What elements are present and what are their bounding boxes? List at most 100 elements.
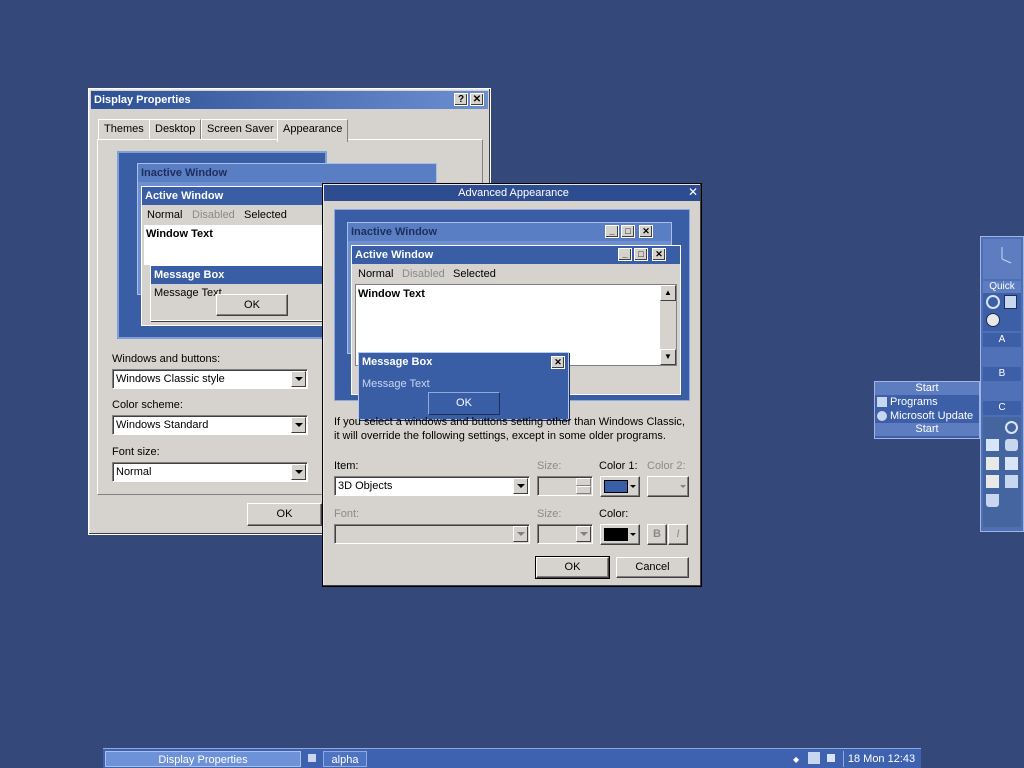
ok-button[interactable]: OK — [247, 503, 322, 526]
windows-buttons-value: Windows Classic style — [116, 373, 225, 385]
tray-arrow-icon[interactable]: ◆ — [793, 755, 799, 764]
item-label: Item: — [334, 460, 359, 472]
volume-icon[interactable] — [827, 754, 835, 762]
maximize-icon: □ — [621, 225, 635, 238]
font-size-label: Size: — [537, 508, 562, 520]
preview-scrollbar: ▲ ▼ — [660, 285, 676, 365]
section-c[interactable]: C — [983, 401, 1021, 415]
color-scheme-label: Color scheme: — [112, 399, 183, 411]
media-player-icon[interactable] — [986, 313, 1000, 327]
preview-menu-normal: Normal — [358, 268, 394, 280]
minimize-icon: _ — [618, 248, 632, 261]
documents-icon[interactable] — [1004, 295, 1017, 309]
preview-menu-disabled: Disabled — [192, 209, 235, 221]
tab-label: Themes — [104, 123, 144, 135]
network-tray-icon[interactable] — [808, 752, 820, 764]
windows-buttons-select[interactable]: Windows Classic style — [112, 369, 308, 389]
advanced-appearance-window: Advanced Appearance ✕ Inactive Window _ … — [322, 183, 702, 587]
chevron-down-icon — [630, 533, 636, 536]
font-color-picker[interactable] — [600, 524, 640, 545]
color2-label: Color 2: — [647, 460, 686, 472]
folder-icon[interactable] — [1005, 457, 1018, 470]
spin-down-icon — [576, 486, 591, 494]
display-properties-titlebar[interactable]: Display Properties — [91, 91, 488, 109]
quick-launch: Quick — [983, 281, 1021, 331]
chevron-down-icon[interactable] — [291, 464, 306, 480]
tray-icons — [983, 417, 1021, 527]
start-menu-header: Start — [875, 382, 979, 395]
help-button[interactable]: ? — [454, 93, 468, 106]
color1-picker[interactable] — [600, 476, 640, 497]
font-size-value: Normal — [116, 466, 152, 478]
preview-window-text: Window Text — [358, 288, 425, 300]
tab-themes[interactable]: Themes — [98, 119, 150, 139]
item-value: 3D Objects — [338, 480, 393, 492]
preview-message-box: Message Box Message Text OK — [150, 265, 350, 321]
chevron-down-icon[interactable] — [291, 371, 306, 387]
preview-menu-selected: Selected — [453, 268, 496, 280]
chevron-down-icon[interactable] — [291, 417, 306, 433]
browser-icon[interactable] — [986, 295, 1000, 309]
clock-icon[interactable] — [983, 239, 1021, 279]
info-text-line1: If you select a windows and buttons sett… — [334, 416, 685, 428]
close-icon: ✕ — [551, 356, 565, 369]
close-button[interactable]: ✕ — [686, 185, 700, 200]
ok-button[interactable]: OK — [535, 556, 610, 579]
recycle-bin-icon[interactable] — [986, 494, 999, 507]
preview-window-text: Window Text — [146, 228, 213, 240]
maximize-icon: □ — [634, 248, 648, 261]
preview-inactive-title: Inactive Window — [138, 164, 436, 182]
tab-desktop[interactable]: Desktop — [149, 119, 202, 139]
font-label: Font: — [334, 508, 360, 520]
tab-label: Desktop — [155, 123, 196, 135]
tab-label: Appearance — [283, 123, 343, 135]
preview-message-box-title: Message Box — [151, 266, 349, 284]
chevron-down-icon — [513, 526, 528, 542]
taskbar-task-display-properties[interactable]: Display Properties — [105, 751, 301, 767]
menu-item-programs[interactable]: Programs — [875, 395, 979, 409]
computer-icon[interactable] — [986, 457, 999, 470]
start-menu-footer[interactable]: Start — [875, 423, 979, 436]
windows-buttons-label: Windows and buttons: — [112, 353, 221, 365]
item-select[interactable]: 3D Objects — [334, 476, 530, 496]
tab-appearance[interactable]: Appearance — [277, 119, 349, 142]
chevron-down-icon — [630, 485, 636, 488]
advanced-preview[interactable]: Inactive Window _ □ ✕ Active Window _ □ … — [334, 209, 690, 420]
color-scheme-select[interactable]: Windows Standard — [112, 415, 308, 435]
chevron-down-icon[interactable] — [513, 478, 528, 494]
preview-ok-button: OK — [216, 294, 288, 316]
desktop-icon[interactable] — [308, 754, 316, 762]
network-icon[interactable] — [986, 439, 999, 451]
start-menu: Start Programs Microsoft Update Start — [874, 381, 980, 439]
size-label: Size: — [537, 460, 562, 472]
taskbar-clock[interactable]: 18 Mon 12:43 — [843, 751, 919, 767]
color-scheme-value: Windows Standard — [116, 419, 209, 431]
advanced-appearance-titlebar[interactable]: Advanced Appearance — [324, 185, 700, 201]
close-icon: ✕ — [652, 248, 666, 261]
font-size-select[interactable]: Normal — [112, 462, 308, 482]
section-a[interactable]: A — [983, 333, 1021, 347]
section-b[interactable]: B — [983, 367, 1021, 381]
drive-icon[interactable] — [986, 475, 999, 488]
network-places-icon[interactable] — [1005, 475, 1018, 488]
tab-label: Screen Saver — [207, 123, 274, 135]
programs-icon — [877, 397, 887, 407]
taskbar-task-alpha[interactable]: alpha — [323, 751, 367, 767]
color2-picker — [647, 476, 689, 497]
scroll-up-icon: ▲ — [660, 285, 676, 301]
info-text-line2: it will override the following settings,… — [334, 430, 666, 442]
preview-menu-disabled: Disabled — [402, 268, 445, 280]
tab-screen-saver[interactable]: Screen Saver — [201, 119, 280, 139]
menu-item-microsoft-update[interactable]: Microsoft Update — [875, 409, 979, 423]
color-label: Color: — [599, 508, 629, 520]
minimize-icon: _ — [605, 225, 619, 238]
users-icon[interactable] — [1005, 439, 1018, 451]
color1-swatch — [604, 480, 628, 493]
cancel-button[interactable]: Cancel — [616, 557, 689, 578]
section-a-body — [983, 347, 1021, 367]
preview-menu-normal: Normal — [147, 209, 183, 221]
browser-icon[interactable] — [1005, 421, 1018, 434]
close-button[interactable]: ✕ — [470, 93, 484, 106]
preview-menu-selected: Selected — [244, 209, 287, 221]
preview-window-area: Window Text — [144, 225, 344, 265]
